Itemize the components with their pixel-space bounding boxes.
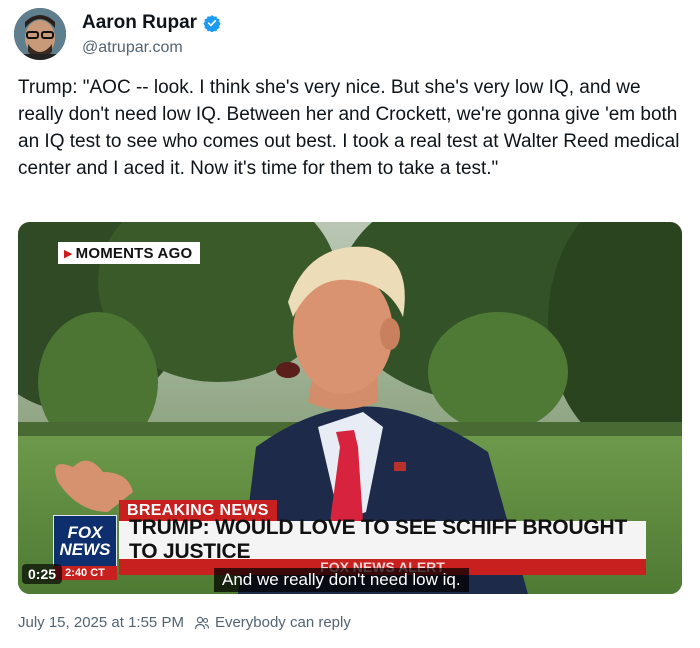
fox-logo-line2: NEWS [59, 540, 111, 559]
author-name-row[interactable]: Aaron Rupar [82, 12, 221, 34]
news-headline: TRUMP: WOULD LOVE TO SEE SCHIFF BROUGHT … [119, 516, 646, 563]
reply-setting[interactable]: Everybody can reply [194, 614, 351, 631]
verified-badge-icon [203, 15, 221, 32]
post-card: Aaron Rupar @atrupar.com Trump: "AOC -- … [0, 0, 700, 648]
video-player[interactable]: ▶ MOMENTS AGO BREAKING NEWS TRUMP: WOULD… [18, 222, 682, 594]
moments-ago-label: MOMENTS AGO [75, 244, 193, 262]
post-timestamp[interactable]: July 15, 2025 at 1:55 PM [18, 614, 184, 631]
video-caption: And we really don't need low iq. [214, 568, 469, 592]
post-footer: July 15, 2025 at 1:55 PM Everybody can r… [18, 614, 351, 631]
fox-logo-line1: FOX [67, 523, 103, 542]
play-triangle-icon: ▶ [64, 247, 73, 260]
avatar[interactable] [14, 8, 66, 60]
post-text: Trump: "AOC -- look. I think she's very … [18, 77, 685, 179]
fox-news-logo: FOX NEWS [53, 515, 117, 567]
video-duration: 0:25 [22, 564, 63, 584]
moments-ago-badge: ▶ MOMENTS AGO [58, 242, 201, 264]
author-handle[interactable]: @atrupar.com [82, 39, 183, 57]
people-icon [194, 616, 209, 629]
author-name[interactable]: Aaron Rupar [82, 12, 197, 34]
channel-time: 2:40 CT [53, 566, 117, 580]
reply-setting-label: Everybody can reply [214, 614, 351, 631]
